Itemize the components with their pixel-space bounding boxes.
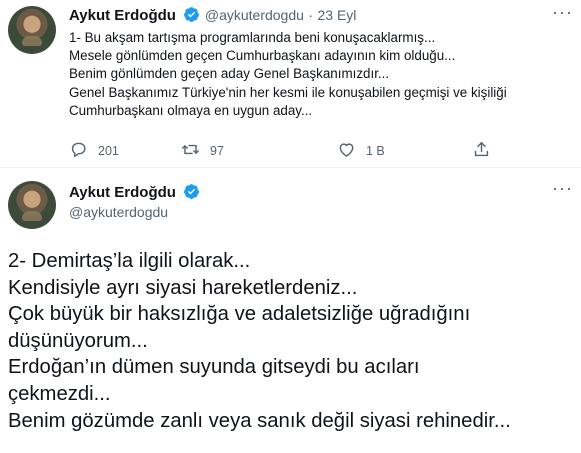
tweet-text-line: düşünüyorum... bbox=[8, 329, 148, 352]
more-horizontal-icon[interactable]: ··· bbox=[552, 2, 573, 23]
share-icon bbox=[472, 140, 501, 162]
like-count: 1 B bbox=[366, 144, 385, 158]
author-avatar[interactable] bbox=[8, 6, 56, 54]
author-name[interactable]: Aykut Erdoğdu bbox=[69, 184, 176, 201]
reply-icon bbox=[69, 140, 98, 162]
tweet-text-line: 2- Demirtaş’la ilgili olarak... bbox=[8, 250, 251, 272]
tweet-text-line: Erdoğan’ın dümen suyunda gitseydi bu acı… bbox=[8, 356, 420, 379]
share-button[interactable] bbox=[472, 140, 501, 162]
tweet-text-line: 1- Bu akşam tartışma programlarında beni… bbox=[69, 30, 436, 45]
tweet-text-line: çekmezdi... bbox=[8, 382, 111, 405]
tweet-divider bbox=[0, 167, 581, 168]
reply-button[interactable]: 201 bbox=[69, 140, 119, 162]
like-button[interactable]: 1 B bbox=[337, 140, 385, 162]
author-name[interactable]: Aykut Erdoğdu bbox=[69, 7, 176, 24]
tweet-header: Aykut Erdoğdu bbox=[69, 183, 200, 202]
retweet-button[interactable]: 97 bbox=[181, 140, 224, 162]
tweet-text: 2- Demirtaş’la ilgili olarak... Kendisiy… bbox=[8, 248, 578, 434]
author-avatar[interactable] bbox=[8, 181, 56, 229]
author-handle[interactable]: @aykuterdogdu bbox=[69, 204, 168, 220]
author-handle[interactable]: @aykuterdogdu bbox=[205, 7, 304, 23]
tweet-date[interactable]: 23 Eyl bbox=[318, 7, 357, 23]
tweet-actions: 201 97 1 B bbox=[69, 140, 509, 164]
verified-badge-icon bbox=[183, 183, 200, 200]
tweet-text-line: Cumhurbaşkanı olmaya en uygun aday... bbox=[69, 102, 313, 118]
retweet-count: 97 bbox=[210, 144, 224, 158]
tweet-header: Aykut Erdoğdu @aykuterdogdu · 23 Eyl bbox=[69, 6, 356, 25]
heart-icon bbox=[337, 140, 366, 162]
tweet-text-line: Çok büyük bir haksızlığa ve adaletsizliğ… bbox=[8, 303, 471, 326]
reply-count: 201 bbox=[98, 144, 119, 158]
more-horizontal-icon[interactable]: ··· bbox=[552, 178, 573, 199]
tweet-text-line: Benim gönlümden geçen aday Genel Başkanı… bbox=[69, 66, 390, 82]
tweet-text-line: Kendisiyle ayrı siyasi hareketlerdeniz..… bbox=[8, 276, 358, 299]
header-separator: · bbox=[308, 7, 314, 23]
tweet-text-line: Mesele gönlümden geçen Cumhurbaşkanı ada… bbox=[69, 48, 456, 64]
verified-badge-icon bbox=[183, 6, 200, 23]
retweet-icon bbox=[181, 140, 210, 162]
tweet-text-line: Genel Başkanımız Türkiye'nin her kesmi i… bbox=[69, 84, 507, 100]
tweet-text-line: Benim gözümde zanlı veya sanık değil siy… bbox=[8, 409, 511, 432]
tweet-text: 1- Bu akşam tartışma programlarında beni… bbox=[69, 29, 575, 120]
